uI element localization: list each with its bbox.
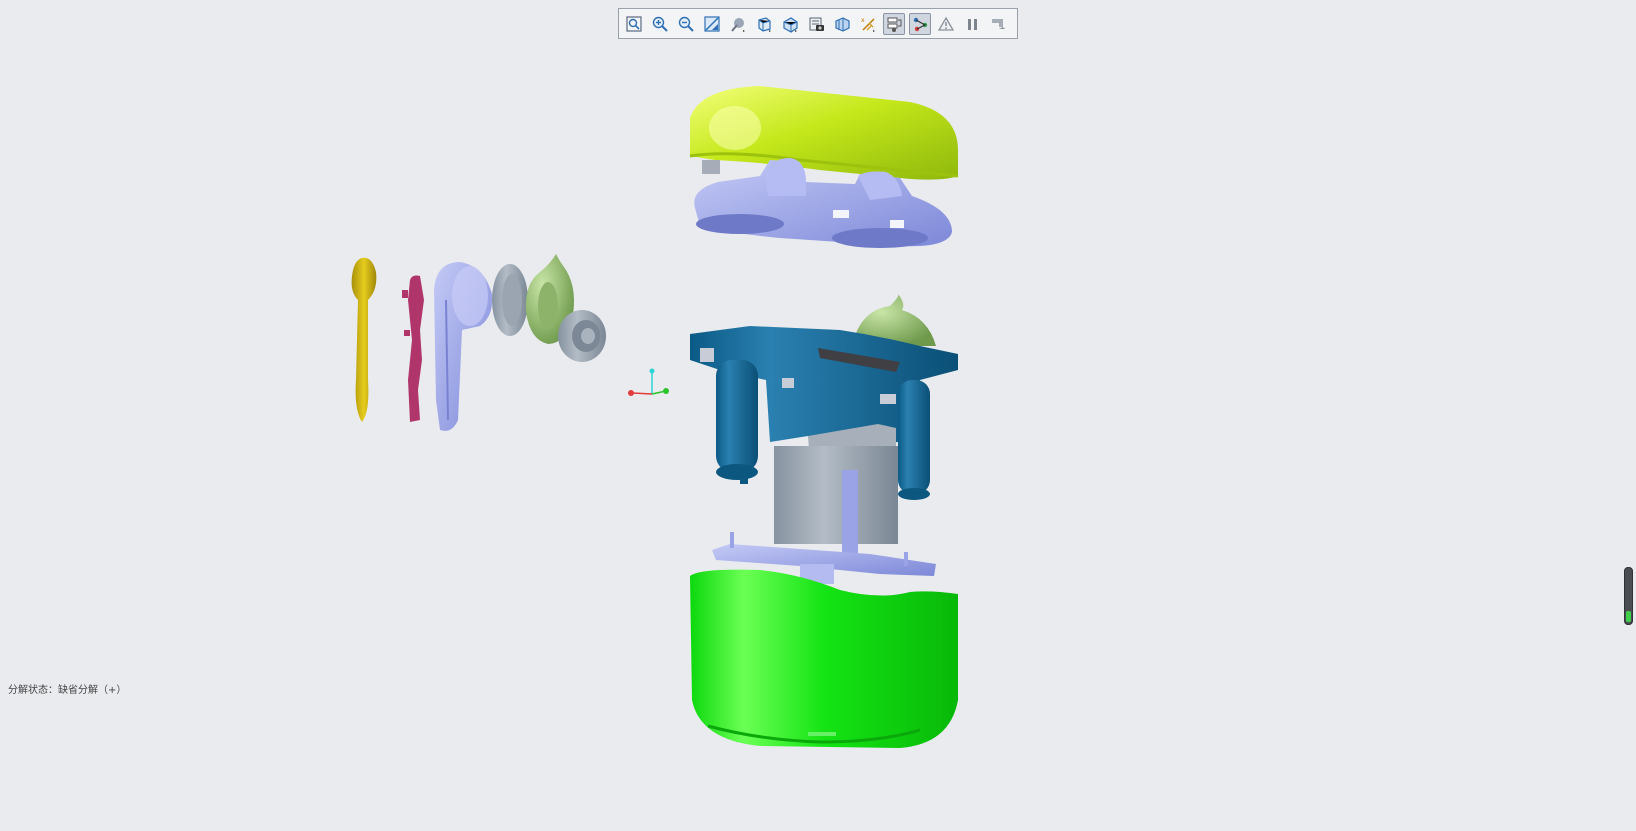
earbud-circuit-part[interactable]	[402, 275, 424, 423]
model-viewport[interactable]	[0, 0, 1636, 831]
driver-part[interactable]	[558, 310, 606, 362]
explode-state-label: 分解状态：缺省分解（+）	[8, 685, 127, 696]
earbud-cover-part[interactable]	[351, 257, 377, 422]
speaker-ring-part[interactable]	[492, 264, 528, 336]
case-lid-part[interactable]	[689, 86, 959, 180]
case-bottom-part[interactable]	[690, 569, 958, 748]
scroll-indicator-fill	[1626, 611, 1631, 622]
scroll-indicator[interactable]	[1624, 567, 1633, 625]
earbud-shell-part[interactable]	[434, 262, 493, 431]
battery-part[interactable]	[774, 424, 898, 556]
coordinate-triad	[628, 368, 669, 396]
